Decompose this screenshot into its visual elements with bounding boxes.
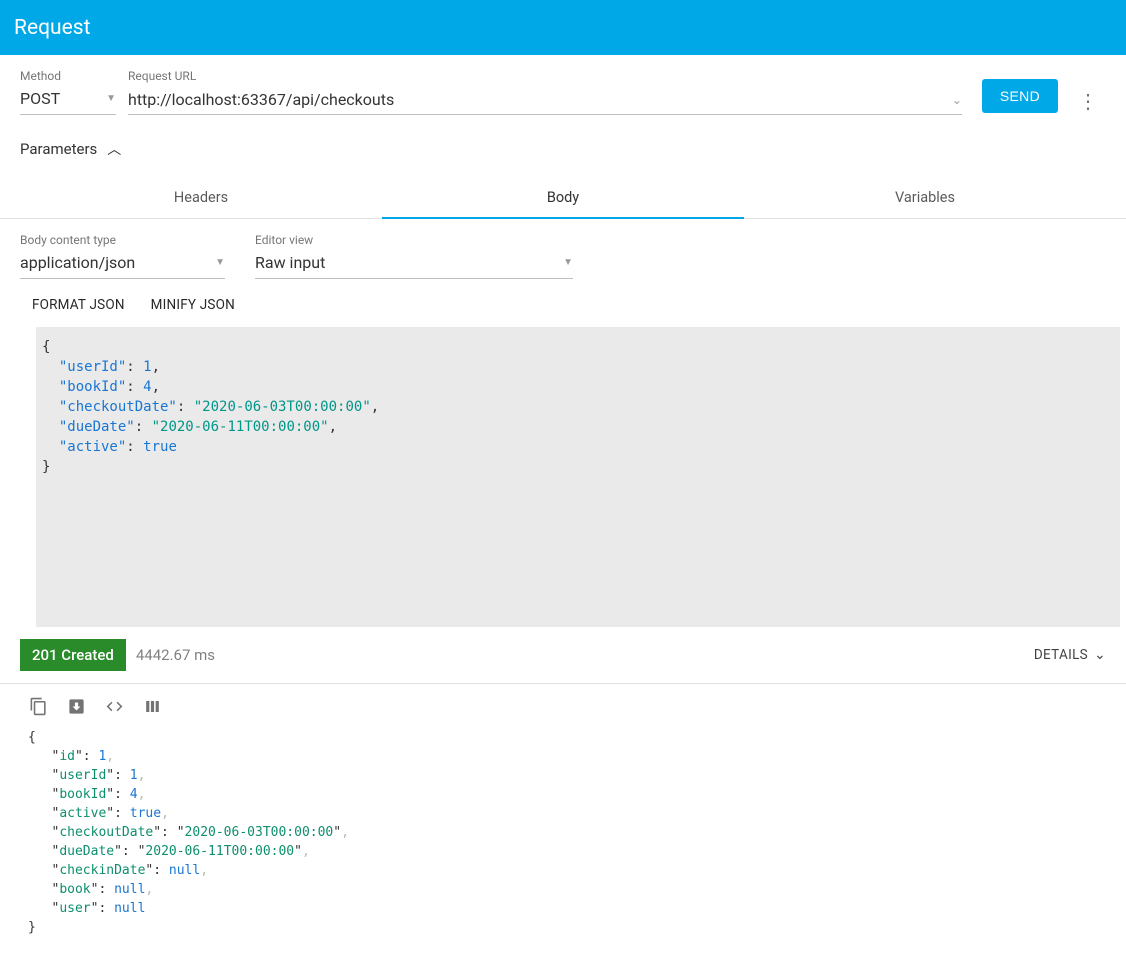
request-body-code: { "userId": 1, "bookId": 4, "checkoutDat…: [36, 327, 1120, 627]
format-json-button[interactable]: FORMAT JSON: [32, 297, 125, 313]
tab-body[interactable]: Body: [382, 175, 744, 218]
columns-view-icon[interactable]: [142, 696, 162, 716]
editor-gutter: [20, 327, 36, 627]
body-options-row: Body content type application/json ▼ Edi…: [0, 219, 1126, 281]
parameters-label: Parameters: [20, 140, 97, 158]
url-input[interactable]: http://localhost:63367/api/checkouts ⌄: [128, 85, 962, 115]
chevron-down-icon: ⌄: [1094, 647, 1106, 663]
details-label: DETAILS: [1034, 647, 1088, 663]
url-value: http://localhost:63367/api/checkouts: [128, 90, 394, 109]
url-label: Request URL: [128, 69, 962, 83]
chevron-down-icon: ▼: [215, 257, 225, 268]
editor-view-select[interactable]: Raw input ▼: [255, 249, 573, 279]
response-toolbar: [0, 684, 1126, 720]
copy-icon[interactable]: [28, 696, 48, 716]
chevron-down-icon: ⌄: [952, 93, 962, 107]
tab-variables[interactable]: Variables: [744, 175, 1106, 218]
method-label: Method: [20, 69, 116, 83]
status-badge: 201 Created: [20, 639, 126, 671]
parameters-toggle[interactable]: Parameters ︿: [0, 115, 1126, 169]
response-status-row: 201 Created 4442.67 ms DETAILS ⌄: [0, 627, 1126, 684]
chevron-down-icon: ▼: [563, 257, 573, 268]
details-toggle[interactable]: DETAILS ⌄: [1034, 647, 1106, 663]
editor-view-label: Editor view: [255, 233, 573, 247]
method-field: Method POST ▼: [20, 69, 116, 115]
minify-json-button[interactable]: MINIFY JSON: [151, 297, 235, 313]
app-header: Request: [0, 0, 1126, 55]
content-type-value: application/json: [20, 253, 135, 272]
content-type-label: Body content type: [20, 233, 225, 247]
method-select[interactable]: POST ▼: [20, 85, 116, 115]
editor-view-value: Raw input: [255, 253, 325, 272]
url-field: Request URL http://localhost:63367/api/c…: [128, 69, 962, 115]
response-time: 4442.67 ms: [136, 646, 215, 664]
download-icon[interactable]: [66, 696, 86, 716]
method-value: POST: [20, 89, 60, 108]
editor-view-field: Editor view Raw input ▼: [255, 233, 573, 279]
format-actions: FORMAT JSON MINIFY JSON: [0, 281, 1126, 321]
kebab-menu-icon[interactable]: ⋮: [1070, 89, 1106, 113]
request-row: Method POST ▼ Request URL http://localho…: [0, 55, 1126, 115]
content-type-select[interactable]: application/json ▼: [20, 249, 225, 279]
send-button[interactable]: SEND: [982, 79, 1058, 113]
content-type-field: Body content type application/json ▼: [20, 233, 225, 279]
request-body-editor[interactable]: { "userId": 1, "bookId": 4, "checkoutDat…: [20, 327, 1120, 627]
page-title: Request: [14, 16, 90, 40]
chevron-up-icon: ︿: [107, 139, 121, 159]
request-tabs: Headers Body Variables: [0, 175, 1126, 219]
chevron-down-icon: ▼: [106, 93, 116, 104]
response-body: { "id": 1, "userId": 1, "bookId": 4, "ac…: [0, 720, 1126, 957]
code-view-icon[interactable]: [104, 696, 124, 716]
tab-headers[interactable]: Headers: [20, 175, 382, 218]
